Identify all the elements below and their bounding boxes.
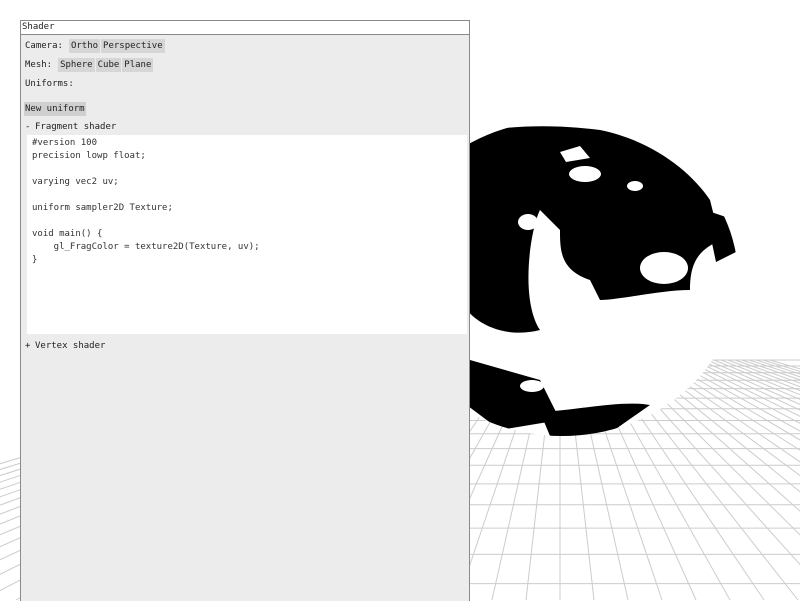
grid-line: [664, 359, 800, 441]
camera-row: Camera: Ortho Perspective: [25, 38, 166, 54]
fragment-shader-header[interactable]: - Fragment shader: [25, 120, 116, 134]
uniforms-row: Uniforms:: [25, 76, 74, 92]
grid-line: [692, 359, 800, 411]
mesh-sphere-button[interactable]: Sphere: [58, 58, 95, 72]
mesh-row: Mesh: Sphere Cube Plane: [25, 57, 154, 73]
uniforms-label: Uniforms:: [25, 79, 74, 89]
vertex-shader-label: Vertex shader: [35, 341, 106, 351]
fragment-shader-editor[interactable]: #version 100 precision lowp float; varyi…: [27, 135, 467, 334]
collapse-icon: -: [25, 122, 31, 132]
grid-line: [713, 359, 800, 396]
camera-label: Camera:: [25, 41, 63, 51]
grid-line: [720, 359, 800, 392]
camera-ortho-button[interactable]: Ortho: [68, 39, 101, 53]
mesh-plane-button[interactable]: Plane: [122, 58, 154, 72]
mesh-cube-button[interactable]: Cube: [95, 58, 122, 72]
fragment-shader-label: Fragment shader: [35, 122, 117, 132]
new-uniform-button[interactable]: New uniform: [24, 102, 86, 116]
expand-icon: +: [25, 341, 31, 351]
vertex-shader-header[interactable]: + Vertex shader: [25, 339, 105, 353]
camera-perspective-button[interactable]: Perspective: [101, 39, 165, 53]
shader-panel: Shader Camera: Ortho Perspective Mesh: Sphe…: [20, 20, 470, 601]
panel-title: Shader: [21, 21, 469, 35]
grid-line: [755, 359, 800, 375]
mesh-label: Mesh:: [25, 60, 53, 70]
grid-line: [727, 359, 800, 388]
